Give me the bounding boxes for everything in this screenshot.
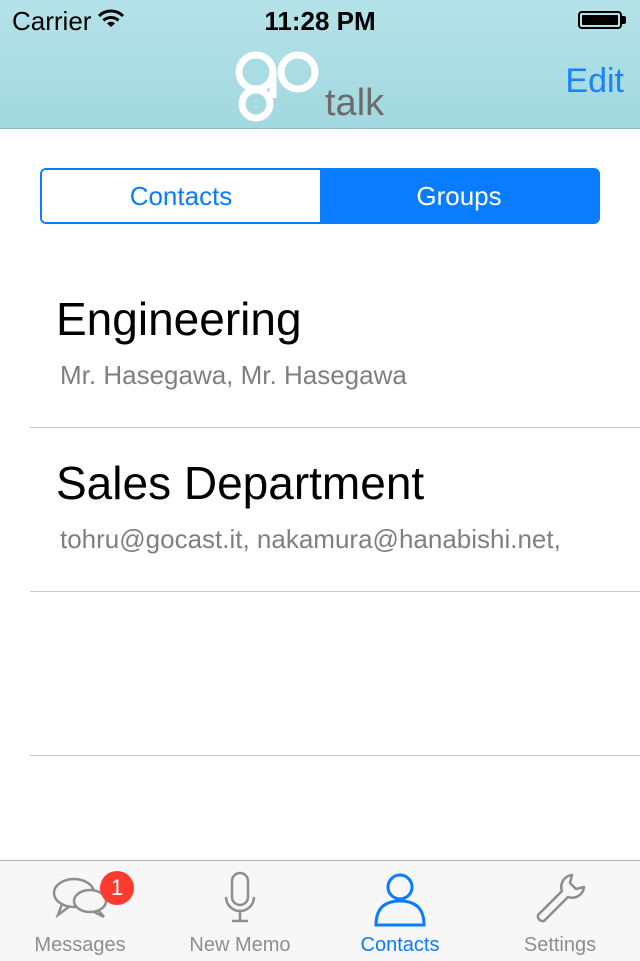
wrench-icon (536, 873, 586, 923)
person-icon (374, 873, 426, 927)
status-time: 11:28 PM (264, 6, 376, 36)
group-row-sales-department[interactable]: Sales Department tohru@gocast.it, nakamu… (0, 428, 640, 592)
segment-contacts[interactable]: Contacts (42, 170, 320, 222)
contacts-groups-segmented-control: Contacts Groups (40, 168, 600, 224)
gotalk-logo: go (235, 51, 319, 122)
group-row-engineering[interactable]: Engineering Mr. Hasegawa, Mr. Hasegawa (0, 264, 640, 428)
tab-label: Settings (523, 934, 597, 956)
segment-groups[interactable]: Groups (320, 170, 598, 222)
battery-cap (622, 16, 626, 24)
empty-row (0, 592, 640, 756)
tab-contacts[interactable]: Contacts (320, 861, 480, 961)
battery-icon (578, 11, 622, 29)
status-bar: Carrier 11:28 PM (0, 0, 640, 40)
group-name: Engineering (56, 293, 302, 345)
tab-label: Messages (34, 934, 126, 956)
unread-badge: 1 (100, 871, 134, 905)
navigation-header: Carrier 11:28 PM go talk Edit (0, 0, 640, 129)
group-name: Sales Department (56, 457, 425, 509)
group-members: Mr. Hasegawa, Mr. Hasegawa (60, 360, 407, 390)
tab-messages[interactable]: 1 Messages (0, 861, 160, 961)
tab-settings[interactable]: Settings (480, 861, 640, 961)
group-members: tohru@gocast.it, nakamura@hanabishi.net, (60, 524, 561, 554)
groups-list: Engineering Mr. Hasegawa, Mr. Hasegawa S… (0, 264, 640, 756)
tab-label: New Memo (189, 934, 291, 956)
logo-talk-text: talk (325, 82, 385, 124)
edit-button[interactable]: Edit (565, 62, 624, 101)
row-separator (30, 755, 640, 756)
tab-new-memo[interactable]: New Memo (160, 861, 320, 961)
microphone-icon (224, 871, 256, 923)
tab-label: Contacts (360, 934, 440, 956)
tab-bar: 1 Messages New Memo Contacts Settings (0, 860, 640, 961)
